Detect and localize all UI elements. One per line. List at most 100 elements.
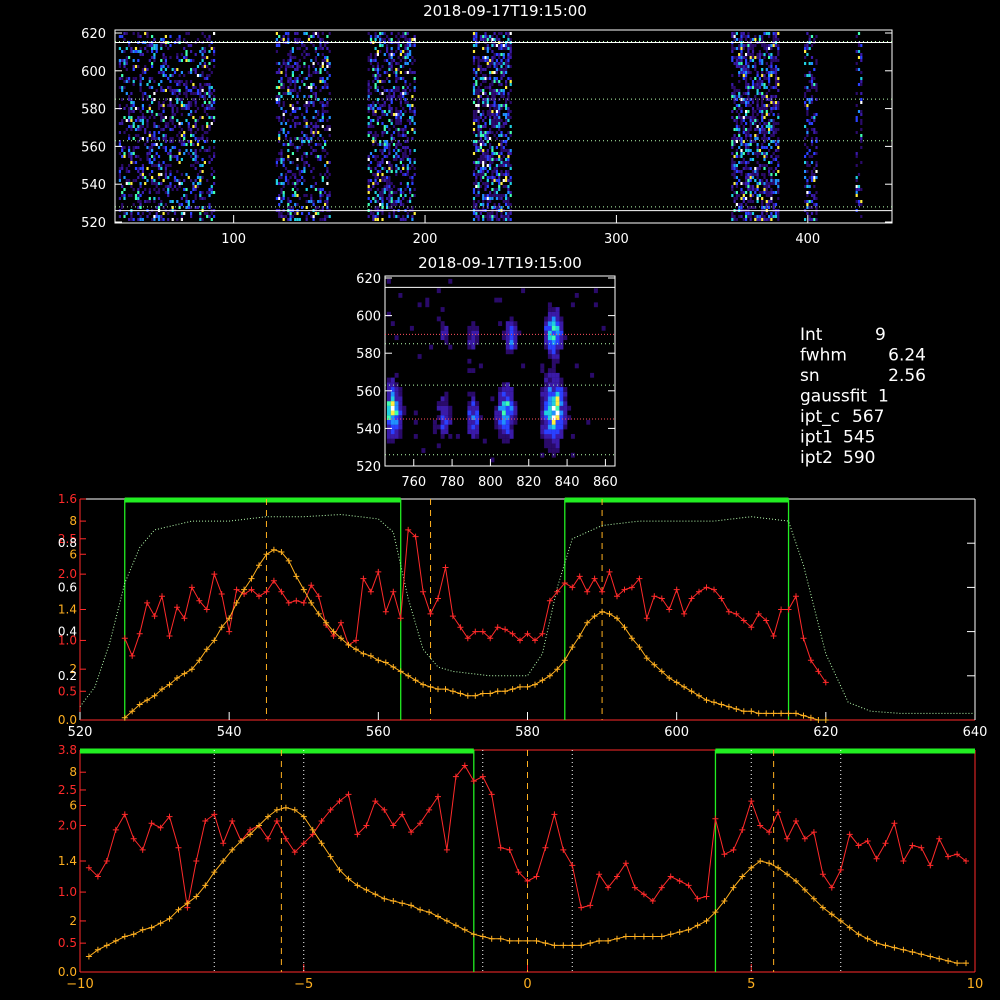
top-heatmap-pixel [489, 215, 492, 218]
info-key: ipt2 [800, 448, 833, 468]
top-heatmap-pixel [395, 203, 398, 206]
top-heatmap-pixel [144, 143, 147, 146]
top-heatmap-pixel [399, 203, 402, 206]
top-heatmap-pixel [500, 182, 503, 185]
top-heatmap-pixel [509, 152, 512, 155]
top-heatmap-pixel [160, 182, 163, 185]
top-heatmap-pixel [735, 98, 738, 101]
top-heatmap-pixel [284, 62, 288, 65]
top-heatmap-pixel [141, 170, 144, 173]
top-heatmap-pixel [749, 116, 752, 119]
top-heatmap-pixel [372, 212, 375, 215]
top-heatmap-pixel [477, 161, 480, 164]
top-heatmap-pixel [751, 50, 755, 53]
mid-heatmap-pixel [547, 443, 552, 449]
top-heatmap-pixel [815, 170, 818, 173]
mid-heatmap-pixel [559, 344, 564, 350]
top-heatmap-pixel [758, 107, 761, 110]
top-heatmap-pixel [491, 155, 494, 158]
top-heatmap-pixel [199, 50, 202, 53]
top-heatmap-pixel [479, 131, 482, 134]
mid-heatmap-pixel [440, 429, 445, 435]
top-heatmap-pixel [860, 77, 863, 80]
top-heatmap-pixel [806, 179, 809, 182]
top-heatmap-pixel [178, 179, 181, 182]
top-heatmap-pixel [505, 143, 508, 146]
top-heatmap-pixel [190, 92, 193, 95]
top-heatmap-pixel [278, 182, 281, 185]
top-heatmap-pixel [301, 71, 304, 74]
top-heatmap-pixel [282, 164, 285, 167]
top-heatmap-pixel [326, 65, 329, 68]
top-heatmap-pixel [475, 74, 478, 77]
top-heatmap-pixel [139, 89, 142, 92]
top-heatmap-pixel [768, 182, 771, 185]
top-heatmap-pixel [379, 50, 382, 53]
top-heatmap-pixel [210, 158, 213, 161]
top-heatmap-pixel [167, 152, 170, 155]
top-heatmap-pixel [128, 107, 131, 110]
top-heatmap-pixel [489, 92, 492, 95]
top-heatmap-pixel [171, 113, 174, 116]
top-heatmap-pixel [502, 179, 505, 182]
top-heatmap-pixel [148, 152, 151, 155]
top-heatmap-pixel [777, 197, 780, 200]
top-heatmap-pixel [390, 101, 393, 104]
top-heatmap-pixel [777, 53, 780, 56]
top-heatmap-pixel [745, 116, 748, 119]
top-heatmap-pixel [860, 44, 863, 47]
top-heatmap-pixel [319, 155, 322, 158]
top-heatmap-pixel [206, 179, 209, 182]
top-heatmap-pixel [185, 83, 188, 86]
top-heatmap-pixel [183, 152, 186, 155]
top-heatmap-pixel [738, 71, 741, 74]
top-heatmap-pixel [768, 185, 771, 188]
top-heatmap-pixel [740, 188, 743, 191]
mid-heatmap-pixel [478, 415, 483, 420]
top-heatmap-pixel [397, 200, 400, 203]
top-heatmap-pixel [406, 158, 409, 161]
top-heatmap-pixel [190, 179, 193, 182]
top-heatmap-pixel [139, 218, 142, 221]
top-heatmap-pixel [413, 161, 416, 164]
top-heatmap-pixel [498, 164, 501, 167]
top-heatmap-pixel [765, 50, 768, 53]
top-heatmap-pixel [374, 32, 377, 35]
top-heatmap-pixel [376, 86, 379, 89]
top-heatmap-pixel [479, 185, 482, 188]
top-heatmap-pixel [774, 38, 778, 41]
top-heatmap-pixel [482, 68, 485, 71]
top-heatmap-pixel [203, 149, 206, 152]
top-heatmap-pixel [141, 173, 144, 176]
top-heatmap-pixel [733, 197, 736, 200]
top-heatmap-pixel [482, 152, 485, 155]
top-heatmap-pixel [731, 167, 734, 170]
top-heatmap-pixel [770, 200, 773, 203]
top-heatmap-pixel [206, 104, 209, 107]
top-heatmap-pixel [509, 32, 512, 35]
top-heatmap-pixel [118, 122, 121, 125]
top-heatmap-pixel [740, 65, 743, 68]
mid-heatmap-pixel [444, 424, 449, 430]
mid-heatmap-pixel [555, 391, 560, 397]
top-heatmap-pixel [376, 89, 379, 92]
top-heatmap-pixel [735, 65, 738, 68]
top-heatmap-pixel [167, 125, 170, 128]
top-heatmap-pixel [176, 179, 179, 182]
top-heatmap-pixel [287, 218, 290, 221]
top-heatmap-pixel [146, 110, 149, 113]
top-heatmap-pixel [761, 113, 764, 116]
top-heatmap-pixel [395, 68, 398, 71]
top-heatmap-pixel [199, 149, 202, 152]
top-heatmap-pixel [808, 62, 811, 65]
top-heatmap-pixel [484, 131, 487, 134]
top-heatmap-pixel [397, 122, 400, 125]
plot-xtick-label: −10 [66, 977, 93, 992]
top-heatmap-pixel [305, 86, 308, 89]
top-heatmap-pixel [404, 128, 407, 131]
top-heatmap-pixel [810, 62, 814, 65]
top-heatmap-pixel [505, 98, 508, 101]
top-heatmap-pixel [406, 167, 409, 170]
mid-heatmap-pixel [398, 434, 403, 439]
top-heatmap-pixel [291, 65, 294, 68]
